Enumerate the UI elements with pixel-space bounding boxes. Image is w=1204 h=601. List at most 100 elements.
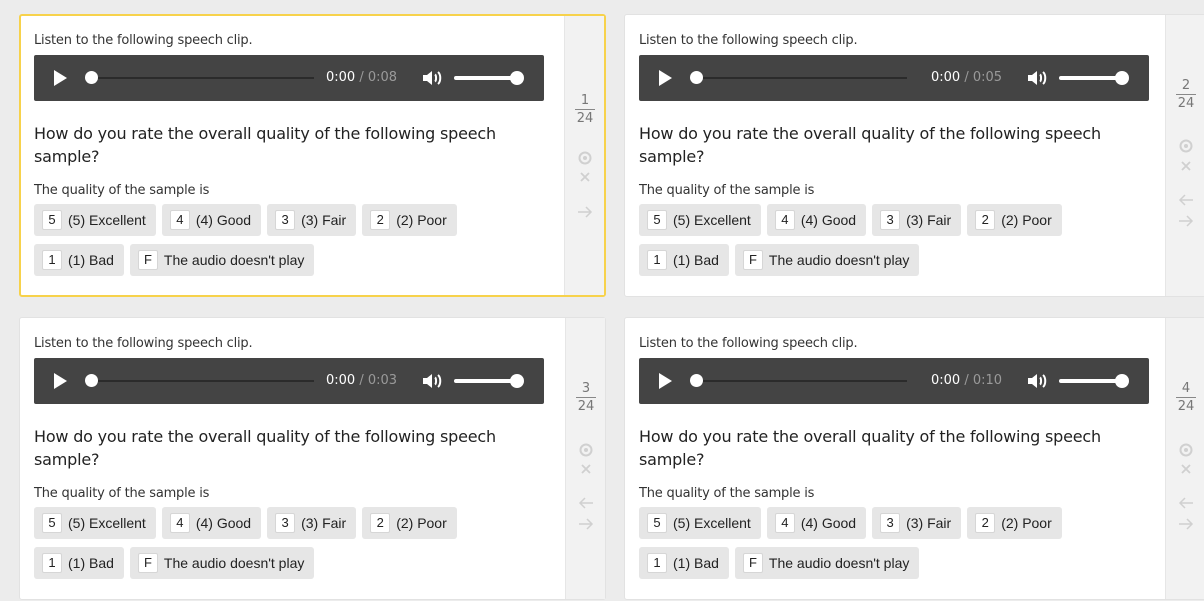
close-icon[interactable] bbox=[1178, 158, 1194, 174]
option-label: (5) Excellent bbox=[68, 212, 146, 228]
task-content: Listen to the following speech clip. 0:0… bbox=[639, 336, 1149, 587]
option-bad[interactable]: 1 (1) Bad bbox=[34, 244, 124, 276]
close-icon[interactable] bbox=[1178, 461, 1194, 477]
progress-knob[interactable] bbox=[85, 71, 98, 84]
volume-track[interactable] bbox=[454, 379, 518, 383]
task-counter: 1 24 bbox=[565, 93, 605, 126]
task-content: Listen to the following speech clip. 0:0… bbox=[639, 33, 1149, 284]
rating-options: 5 (5) Excellent 4 (4) Good 3 (3) Fair 2 (2) Poo… bbox=[34, 204, 554, 284]
volume-knob[interactable] bbox=[1115, 71, 1129, 85]
option-poor[interactable]: 2 (2) Poor bbox=[967, 204, 1062, 236]
eye-icon[interactable] bbox=[577, 150, 593, 166]
volume-knob[interactable] bbox=[1115, 374, 1129, 388]
option-poor[interactable]: 2 (2) Poor bbox=[967, 507, 1062, 539]
task-card-1[interactable]: Listen to the following speech clip. 0:0… bbox=[19, 14, 606, 297]
arrow-left-icon[interactable] bbox=[578, 495, 594, 511]
task-counter: 3 24 bbox=[566, 381, 606, 414]
progress-knob[interactable] bbox=[85, 374, 98, 387]
audio-player[interactable]: 0:00 / 0:05 bbox=[639, 55, 1149, 101]
arrow-left-icon[interactable] bbox=[1178, 192, 1194, 208]
hotkey: F bbox=[137, 250, 158, 270]
option-fair[interactable]: 3 (3) Fair bbox=[872, 204, 962, 236]
volume-icon[interactable] bbox=[421, 371, 443, 391]
option-audio-doesnt-play[interactable]: F The audio doesn't play bbox=[734, 547, 920, 579]
question-text: How do you rate the overall quality of t… bbox=[639, 124, 1101, 166]
option-bad[interactable]: 1 (1) Bad bbox=[639, 244, 729, 276]
arrow-right-icon[interactable] bbox=[1178, 213, 1194, 229]
audio-player[interactable]: 0:00 / 0:10 bbox=[639, 358, 1149, 404]
option-good[interactable]: 4 (4) Good bbox=[161, 507, 262, 539]
option-good[interactable]: 4 (4) Good bbox=[161, 204, 262, 236]
hotkey: 2 bbox=[975, 210, 996, 230]
task-card-2[interactable]: Listen to the following speech clip. 0:0… bbox=[624, 14, 1204, 297]
time-separator: / bbox=[964, 70, 969, 85]
progress-track[interactable] bbox=[690, 374, 907, 387]
arrow-left-icon[interactable] bbox=[1178, 495, 1194, 511]
play-icon[interactable] bbox=[659, 373, 672, 389]
volume-icon[interactable] bbox=[1026, 68, 1048, 88]
option-excellent[interactable]: 5 (5) Excellent bbox=[639, 507, 761, 539]
hotkey: 5 bbox=[647, 210, 667, 230]
close-icon[interactable] bbox=[578, 461, 594, 477]
arrow-right-icon[interactable] bbox=[577, 204, 593, 220]
volume-icon[interactable] bbox=[421, 68, 443, 88]
option-fair[interactable]: 3 (3) Fair bbox=[267, 204, 357, 236]
counter-total: 24 bbox=[1176, 94, 1196, 111]
option-poor[interactable]: 2 (2) Poor bbox=[362, 507, 457, 539]
eye-icon[interactable] bbox=[1178, 138, 1194, 154]
hotkey: F bbox=[137, 553, 158, 573]
task-card-3[interactable]: Listen to the following speech clip. 0:0… bbox=[19, 317, 606, 600]
hotkey: 1 bbox=[42, 553, 62, 573]
listen-label: Listen to the following speech clip. bbox=[639, 336, 858, 351]
eye-icon[interactable] bbox=[1178, 442, 1194, 458]
play-icon[interactable] bbox=[54, 373, 67, 389]
option-label: (2) Poor bbox=[1001, 212, 1052, 228]
counter-total: 24 bbox=[1176, 397, 1196, 414]
progress-track[interactable] bbox=[85, 71, 314, 84]
option-audio-doesnt-play[interactable]: F The audio doesn't play bbox=[129, 547, 315, 579]
volume-icon[interactable] bbox=[1026, 371, 1048, 391]
option-label: (3) Fair bbox=[906, 515, 952, 531]
option-label: (2) Poor bbox=[396, 212, 447, 228]
play-icon[interactable] bbox=[659, 70, 672, 86]
task-card-4[interactable]: Listen to the following speech clip. 0:0… bbox=[624, 317, 1204, 600]
option-good[interactable]: 4 (4) Good bbox=[766, 204, 867, 236]
option-audio-doesnt-play[interactable]: F The audio doesn't play bbox=[129, 244, 315, 276]
task-content: Listen to the following speech clip. 0:0… bbox=[34, 336, 544, 587]
option-excellent[interactable]: 5 (5) Excellent bbox=[34, 507, 156, 539]
volume-knob[interactable] bbox=[510, 71, 524, 85]
arrow-right-icon[interactable] bbox=[1178, 516, 1194, 532]
option-excellent[interactable]: 5 (5) Excellent bbox=[639, 204, 761, 236]
audio-player[interactable]: 0:00 / 0:03 bbox=[34, 358, 544, 404]
progress-track[interactable] bbox=[690, 71, 907, 84]
option-bad[interactable]: 1 (1) Bad bbox=[639, 547, 729, 579]
play-icon[interactable] bbox=[54, 70, 67, 86]
eye-icon[interactable] bbox=[578, 442, 594, 458]
arrow-right-icon[interactable] bbox=[578, 516, 594, 532]
option-excellent[interactable]: 5 (5) Excellent bbox=[34, 204, 156, 236]
option-audio-doesnt-play[interactable]: F The audio doesn't play bbox=[734, 244, 920, 276]
option-label: The audio doesn't play bbox=[163, 252, 305, 268]
option-poor[interactable]: 2 (2) Poor bbox=[362, 204, 457, 236]
option-fair[interactable]: 3 (3) Fair bbox=[267, 507, 357, 539]
task-sidebar: 2 24 bbox=[1165, 15, 1204, 296]
option-good[interactable]: 4 (4) Good bbox=[766, 507, 867, 539]
quality-label: The quality of the sample is bbox=[639, 486, 815, 501]
task-sidebar: 4 24 bbox=[1165, 318, 1204, 599]
option-bad[interactable]: 1 (1) Bad bbox=[34, 547, 124, 579]
task-counter: 2 24 bbox=[1166, 78, 1204, 111]
duration: 0:05 bbox=[972, 70, 1003, 85]
progress-knob[interactable] bbox=[690, 374, 703, 387]
progress-track[interactable] bbox=[85, 374, 314, 387]
counter-current: 1 bbox=[580, 93, 590, 108]
volume-track[interactable] bbox=[1059, 379, 1123, 383]
volume-knob[interactable] bbox=[510, 374, 524, 388]
volume-track[interactable] bbox=[1059, 76, 1123, 80]
counter-total: 24 bbox=[576, 397, 596, 414]
close-icon[interactable] bbox=[577, 169, 593, 185]
option-fair[interactable]: 3 (3) Fair bbox=[872, 507, 962, 539]
quality-label: The quality of the sample is bbox=[34, 183, 210, 198]
audio-player[interactable]: 0:00 / 0:08 bbox=[34, 55, 544, 101]
volume-track[interactable] bbox=[454, 76, 518, 80]
progress-knob[interactable] bbox=[690, 71, 703, 84]
